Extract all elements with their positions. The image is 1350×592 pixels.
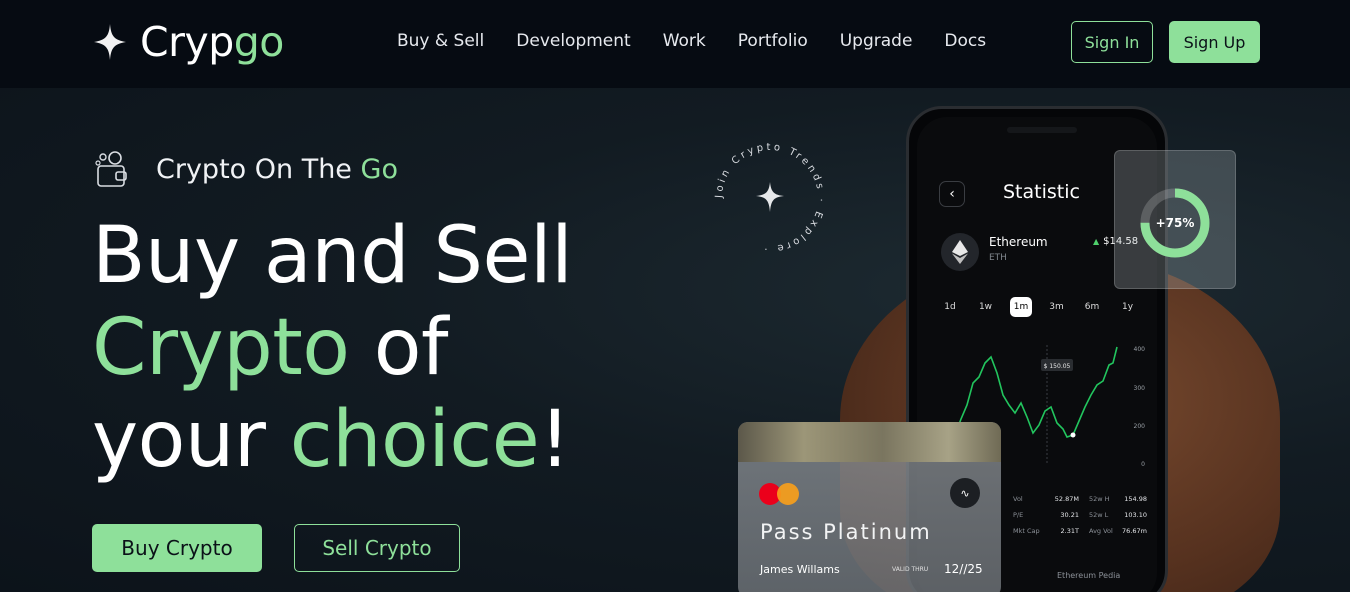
logo-text: Crypgo (140, 18, 284, 66)
nav-buy-sell[interactable]: Buy & Sell (397, 30, 484, 52)
main-nav: Buy & Sell Development Work Portfolio Up… (397, 30, 1018, 52)
hero-headline: Buy and Sell Crypto of your choice! (92, 210, 573, 486)
back-chevron-icon[interactable]: ‹ (939, 181, 965, 207)
y-tick-200: 200 (1134, 423, 1146, 430)
card-valid-label: VALID THRU (892, 566, 929, 573)
card-expiry: 12//25 (944, 562, 983, 576)
nav-upgrade[interactable]: Upgrade (840, 30, 913, 52)
headline-line-2: Crypto of (92, 303, 449, 393)
chart-tooltip: $ 150.05 (1044, 363, 1071, 370)
card-holder-name: James Willams (760, 563, 840, 576)
sparkle-icon (94, 24, 126, 60)
growth-value: +75% (1155, 216, 1195, 230)
tagline: Crypto On The Go (92, 148, 398, 190)
nav-work[interactable]: Work (663, 30, 706, 52)
nav-portfolio[interactable]: Portfolio (738, 30, 808, 52)
y-tick-300: 300 (1134, 385, 1146, 392)
range-tab-6m[interactable]: 6m (1081, 297, 1103, 317)
sign-up-button[interactable]: Sign Up (1169, 21, 1260, 63)
phone-notch (1007, 127, 1077, 133)
phone-footer-link[interactable]: Ethereum Pedia (1057, 571, 1120, 580)
tagline-text: Crypto On The Go (156, 153, 398, 185)
headline-line-1: Buy and Sell (92, 211, 573, 301)
join-crypto-badge[interactable]: Join Crypto Trends · Explore · (708, 136, 832, 260)
trend-up-icon: ▲ (1093, 237, 1100, 246)
nav-development[interactable]: Development (516, 30, 630, 52)
card-metallic-strip (738, 422, 1001, 462)
nav-docs[interactable]: Docs (944, 30, 986, 52)
sell-crypto-button[interactable]: Sell Crypto (294, 524, 460, 572)
y-tick-400: 400 (1134, 346, 1146, 353)
range-tabs: 1d 1w 1m 3m 6m 1y (939, 297, 1152, 317)
range-tab-1d[interactable]: 1d (939, 297, 961, 317)
site-header: Crypgo Buy & Sell Development Work Portf… (0, 0, 1350, 88)
coin-symbol: ETH (989, 253, 1007, 263)
headline-line-3: your choice! (92, 395, 571, 485)
y-tick-0: 0 (1141, 461, 1145, 468)
chart-point (1070, 432, 1076, 438)
range-tab-1w[interactable]: 1w (975, 297, 997, 317)
ethereum-icon (941, 233, 979, 271)
range-tab-1y[interactable]: 1y (1117, 297, 1139, 317)
screen-title: Statistic (1003, 181, 1080, 203)
range-tab-3m[interactable]: 3m (1046, 297, 1068, 317)
range-tab-1m[interactable]: 1m (1010, 297, 1032, 317)
hero-section: Crypto On The Go Buy and Sell Crypto of … (0, 88, 1350, 592)
badge-sparkle-icon (756, 182, 784, 212)
sign-in-button[interactable]: Sign In (1071, 21, 1153, 63)
mastercard-icon (759, 483, 799, 505)
wallet-coins-icon (95, 151, 127, 187)
card-product-name: Pass Platinum (760, 520, 932, 544)
credit-card: ∿ Pass Platinum James Willams VALID THRU… (738, 422, 1001, 592)
coin-name: Ethereum (989, 235, 1048, 249)
contactless-icon: ∿ (950, 478, 980, 508)
growth-card: +75% (1114, 150, 1236, 289)
buy-crypto-button[interactable]: Buy Crypto (92, 524, 262, 572)
logo[interactable]: Crypgo (92, 18, 284, 66)
